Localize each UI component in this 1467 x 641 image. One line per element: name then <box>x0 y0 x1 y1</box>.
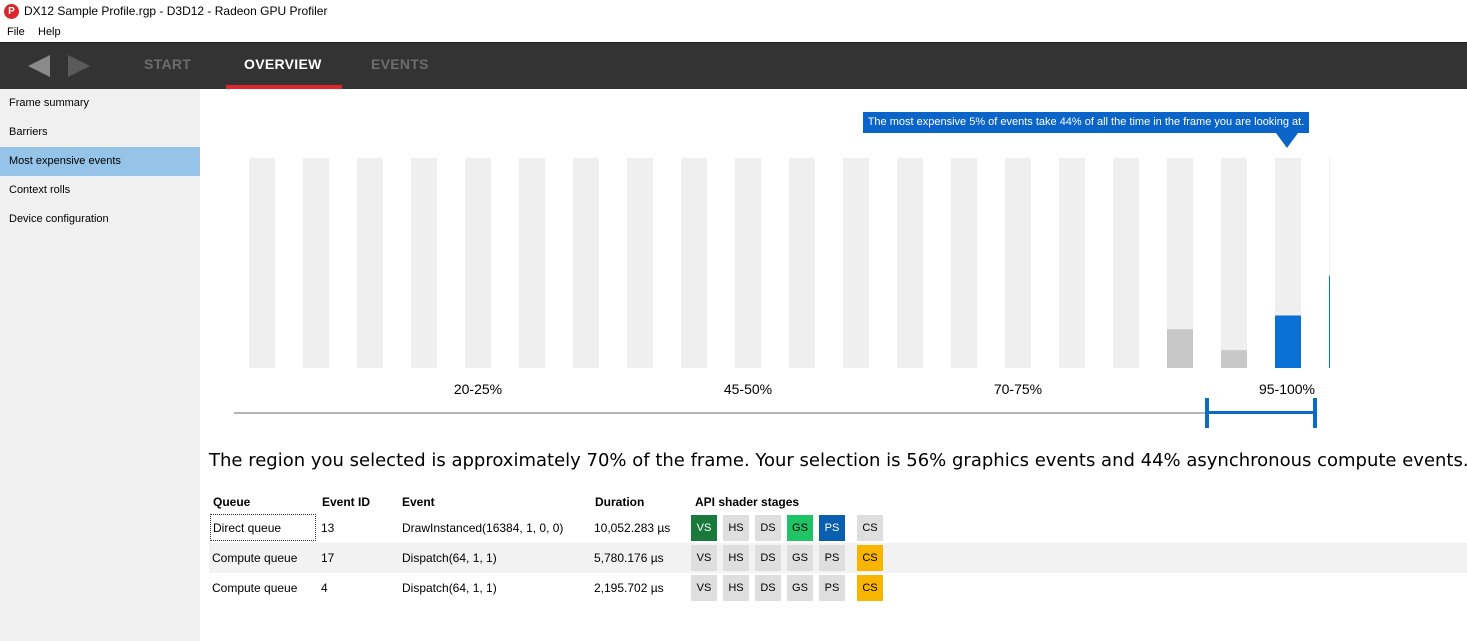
window-title: DX12 Sample Profile.rgp - D3D12 - Radeon… <box>24 4 328 18</box>
menu-file[interactable]: File <box>7 26 25 38</box>
tab-start[interactable]: START <box>144 56 191 72</box>
histogram-bucket-background[interactable] <box>519 158 545 368</box>
column-header-event[interactable]: Event <box>402 495 435 509</box>
sidebar: Frame summary Barriers Most expensive ev… <box>0 89 200 641</box>
column-header-queue[interactable]: Queue <box>213 495 250 509</box>
histogram-bucket-background[interactable] <box>843 158 869 368</box>
range-slider-selection <box>1207 411 1315 414</box>
shader-stage-hs-badge: HS <box>723 515 749 541</box>
range-slider-track[interactable] <box>234 412 1316 414</box>
histogram-bucket-background[interactable] <box>357 158 383 368</box>
shader-stage-hs-badge: HS <box>723 575 749 601</box>
nav-bar: START OVERVIEW EVENTS <box>0 42 1467 89</box>
app-logo-icon: P <box>4 4 19 19</box>
shader-stage-cs-badge: CS <box>857 515 883 541</box>
histogram-bucket-background[interactable] <box>627 158 653 368</box>
histogram-bucket-background[interactable] <box>1221 158 1247 368</box>
column-header-event-id[interactable]: Event ID <box>322 495 370 509</box>
cell-event-id: 17 <box>321 551 335 565</box>
cell-event: DrawInstanced(16384, 1, 0, 0) <box>402 521 564 535</box>
menu-bar: File Help <box>0 24 1467 42</box>
shader-stage-hs-badge: HS <box>723 545 749 571</box>
histogram-bucket-background[interactable] <box>951 158 977 368</box>
histogram-bucket-background[interactable] <box>681 158 707 368</box>
shader-stage-vs-badge: VS <box>691 515 717 541</box>
cell-queue: Compute queue <box>212 581 298 595</box>
selection-summary: The region you selected is approximately… <box>209 450 1467 471</box>
shader-stage-ps-badge: PS <box>819 575 845 601</box>
range-slider-left-handle[interactable] <box>1205 398 1209 428</box>
shader-stage-vs-badge: VS <box>691 545 717 571</box>
column-header-shader-stages: API shader stages <box>695 495 800 509</box>
sidebar-item-context-rolls[interactable]: Context rolls <box>0 176 200 205</box>
tab-overview[interactable]: OVERVIEW <box>244 56 322 72</box>
sidebar-item-device-configuration[interactable]: Device configuration <box>0 205 200 234</box>
shader-stage-vs-badge: VS <box>691 575 717 601</box>
histogram-bucket-background[interactable] <box>789 158 815 368</box>
table-row[interactable]: Compute queue 17 Dispatch(64, 1, 1) 5,780.1… <box>209 543 1467 573</box>
cell-event-id: 4 <box>321 581 328 595</box>
histogram-bucket-background[interactable] <box>1113 158 1139 368</box>
cell-event-id: 13 <box>321 521 335 535</box>
cell-queue: Direct queue <box>210 514 316 541</box>
cell-queue: Compute queue <box>212 551 298 565</box>
histogram-bucket-background[interactable] <box>573 158 599 368</box>
shader-stage-ds-badge: DS <box>755 545 781 571</box>
shader-stage-ds-badge: DS <box>755 515 781 541</box>
shader-stage-ps-badge: PS <box>819 515 845 541</box>
histogram-bucket-background[interactable] <box>249 158 275 368</box>
histogram-bucket-background[interactable] <box>1059 158 1085 368</box>
histogram-bar[interactable] <box>1329 275 1330 368</box>
histogram-bar[interactable] <box>1275 315 1301 369</box>
tooltip-pointer <box>1276 133 1298 148</box>
sidebar-item-most-expensive-events[interactable]: Most expensive events <box>0 147 200 176</box>
shader-stage-cs-badge: CS <box>857 575 883 601</box>
menu-help[interactable]: Help <box>38 26 61 38</box>
table-row[interactable]: Direct queue 13 DrawInstanced(16384, 1, 0,… <box>209 513 1467 543</box>
table-row[interactable]: Compute queue 4 Dispatch(64, 1, 1) 2,195.70… <box>209 573 1467 603</box>
title-bar: P DX12 Sample Profile.rgp - D3D12 - Rade… <box>0 0 1467 24</box>
histogram-bar[interactable] <box>1167 329 1193 368</box>
sidebar-item-barriers[interactable]: Barriers <box>0 118 200 147</box>
shader-stage-gs-badge: GS <box>787 545 813 571</box>
range-slider-right-handle[interactable] <box>1313 398 1317 428</box>
bucket-label-70-75: 70-75% <box>993 381 1043 397</box>
back-arrow-icon[interactable] <box>28 55 50 77</box>
shader-stage-ds-badge: DS <box>755 575 781 601</box>
column-header-duration[interactable]: Duration <box>595 495 644 509</box>
bucket-label-95-100: 95-100% <box>1258 381 1316 397</box>
active-tab-indicator <box>226 85 342 89</box>
histogram-bucket-background[interactable] <box>303 158 329 368</box>
bucket-label-20-25: 20-25% <box>453 381 503 397</box>
forward-arrow-icon[interactable] <box>68 55 90 77</box>
histogram-bucket-background[interactable] <box>411 158 437 368</box>
cell-event: Dispatch(64, 1, 1) <box>402 581 497 595</box>
bucket-label-45-50: 45-50% <box>723 381 773 397</box>
cell-duration: 2,195.702 µs <box>594 581 664 595</box>
shader-stage-gs-badge: GS <box>787 575 813 601</box>
event-cost-histogram[interactable] <box>230 150 1330 375</box>
cell-duration: 5,780.176 µs <box>594 551 664 565</box>
sidebar-item-frame-summary[interactable]: Frame summary <box>0 89 200 118</box>
selection-tooltip: The most expensive 5% of events take 44%… <box>863 112 1309 133</box>
histogram-bucket-background[interactable] <box>465 158 491 368</box>
histogram-bucket-background[interactable] <box>735 158 761 368</box>
cell-duration: 10,052.283 µs <box>594 521 671 535</box>
shader-stage-cs-badge: CS <box>857 545 883 571</box>
shader-stage-ps-badge: PS <box>819 545 845 571</box>
histogram-bar[interactable] <box>1221 350 1247 368</box>
histogram-bucket-background[interactable] <box>897 158 923 368</box>
histogram-bucket-background[interactable] <box>1005 158 1031 368</box>
shader-stage-gs-badge: GS <box>787 515 813 541</box>
tab-events[interactable]: EVENTS <box>371 56 429 72</box>
cell-event: Dispatch(64, 1, 1) <box>402 551 497 565</box>
